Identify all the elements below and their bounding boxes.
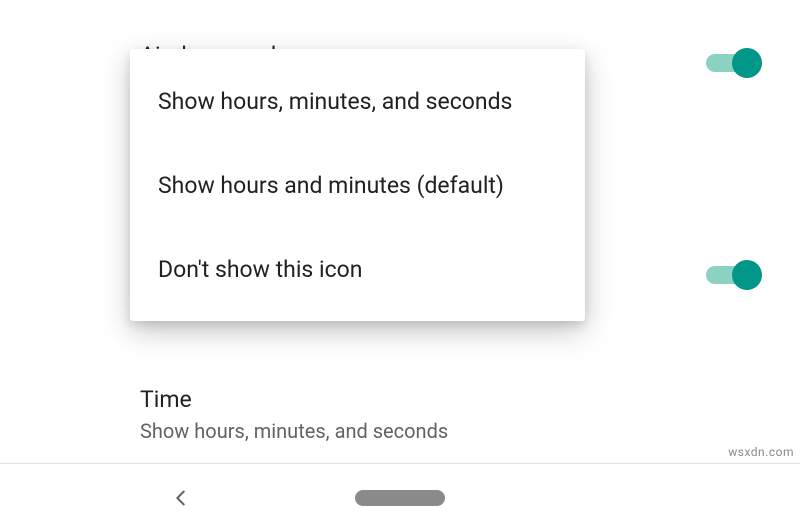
option-show-hm-default[interactable]: Show hours and minutes (default) [130, 143, 585, 227]
switch-thumb [732, 260, 762, 290]
setting-row-time[interactable]: Time Show hours, minutes, and seconds [140, 386, 760, 443]
setting-subtitle-time: Show hours, minutes, and seconds [140, 419, 760, 443]
android-navbar [0, 463, 800, 531]
switch-thumb [732, 48, 762, 78]
time-options-dialog: Show hours, minutes, and seconds Show ho… [130, 49, 585, 321]
option-show-hms[interactable]: Show hours, minutes, and seconds [130, 59, 585, 143]
toggle-middle[interactable] [706, 260, 760, 290]
setting-title-time: Time [140, 386, 760, 413]
settings-screen: Airplane mode Time Show hours, minutes, … [0, 0, 800, 531]
home-pill-icon[interactable] [355, 490, 445, 506]
back-icon[interactable] [170, 487, 192, 509]
option-dont-show[interactable]: Don't show this icon [130, 227, 585, 311]
toggle-airplane[interactable] [706, 48, 760, 78]
watermark: wsxdn.com [728, 445, 794, 459]
